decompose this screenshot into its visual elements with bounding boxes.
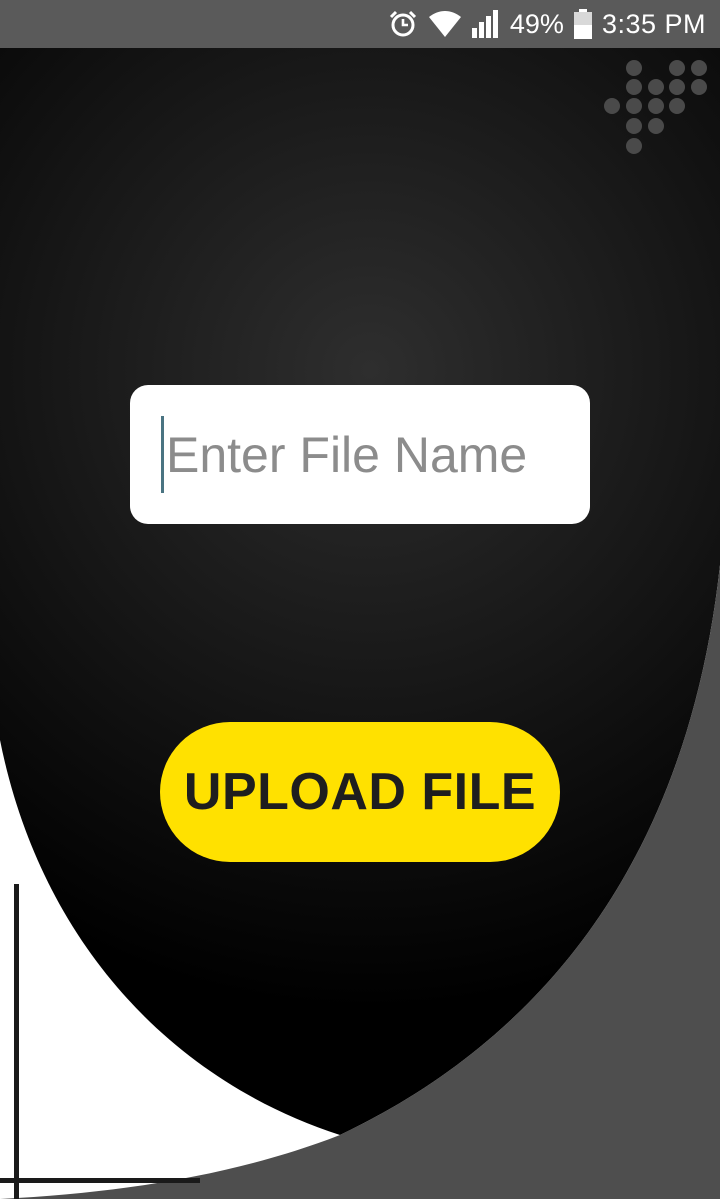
status-bar: 49% 3:35 PM	[0, 0, 720, 48]
left-vertical-line	[14, 884, 19, 1199]
text-cursor	[161, 416, 164, 493]
battery-icon	[573, 9, 592, 39]
status-time: 3:35 PM	[601, 8, 706, 39]
battery-percent: 49%	[509, 8, 564, 39]
signal-icon	[471, 10, 500, 38]
background-art	[0, 0, 720, 1199]
bottom-horizontal-line	[0, 1178, 200, 1183]
upload-screen: 49% 3:35 PM UPLOAD FILE	[0, 0, 720, 1199]
upload-file-button[interactable]: UPLOAD FILE	[160, 722, 560, 862]
wifi-icon	[428, 10, 462, 38]
alarm-icon	[388, 9, 418, 39]
file-name-input[interactable]	[162, 419, 572, 491]
file-name-field[interactable]	[130, 385, 590, 524]
